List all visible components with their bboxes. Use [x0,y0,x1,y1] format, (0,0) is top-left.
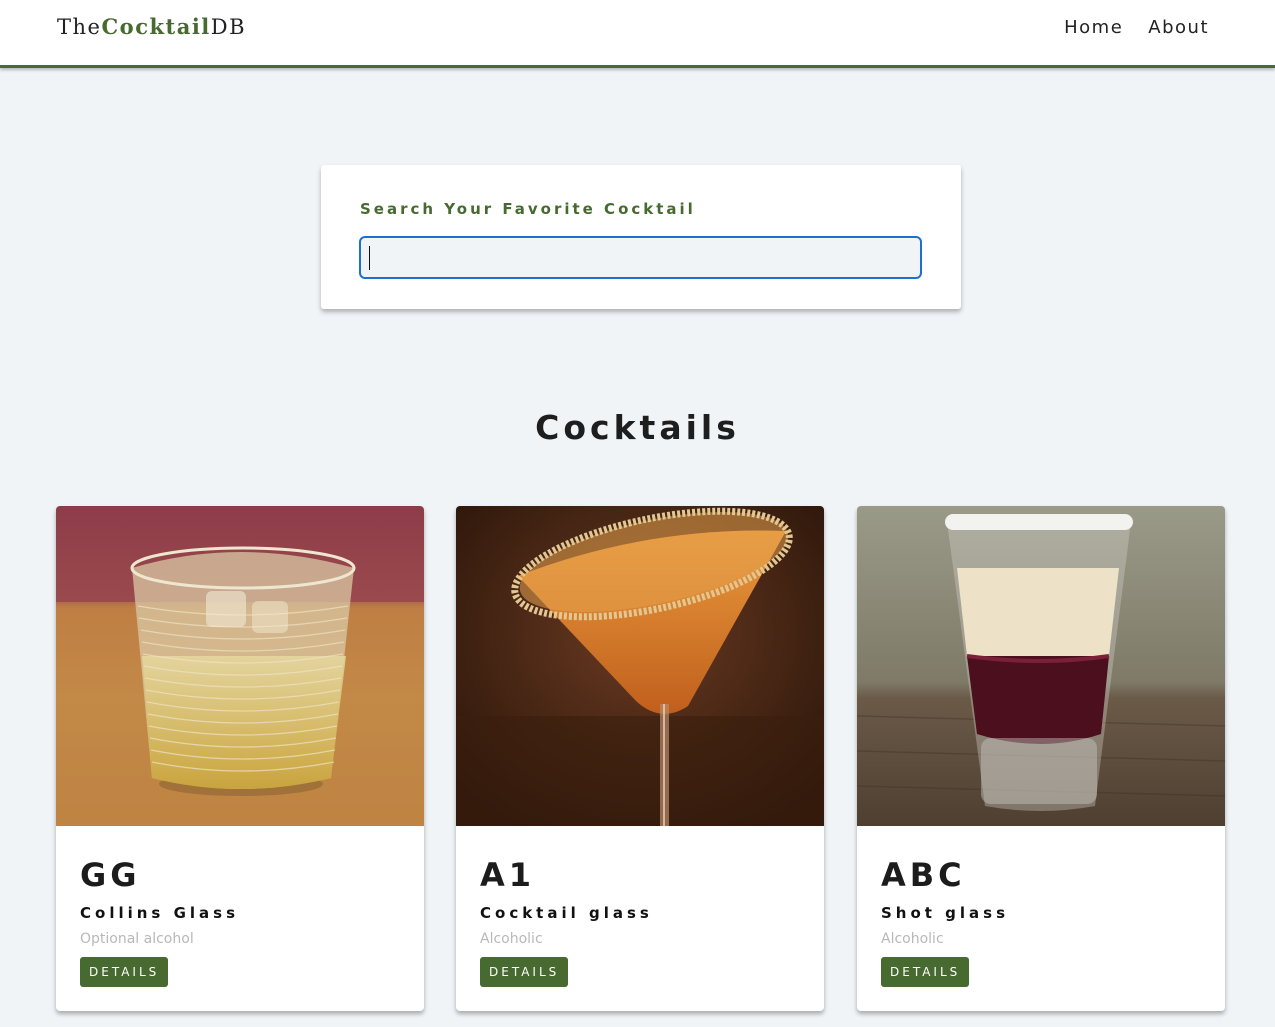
details-button[interactable]: DETAILS [80,957,169,987]
logo-prefix: The [57,15,102,39]
search-input[interactable] [359,236,922,279]
nav-links: Home About [1064,17,1209,38]
search-label: Search Your Favorite Cocktail [360,200,696,218]
cocktail-card: GG Collins Glass Optional alcohol DETAIL… [56,506,424,1011]
site-logo[interactable]: TheCocktailDB [57,14,246,39]
cocktail-image[interactable] [857,506,1225,826]
navbar: TheCocktailDB Home About [0,0,1275,68]
cocktail-type: Alcoholic [881,931,944,947]
logo-brand: Cocktail [101,14,211,39]
details-button[interactable]: DETAILS [881,957,970,987]
cocktail-image[interactable] [456,506,824,826]
text-caret [369,246,370,270]
search-form: Search Your Favorite Cocktail [321,165,961,309]
shot-glass-photo [857,506,1225,826]
nav-link-about[interactable]: About [1148,17,1209,38]
cocktail-glass: Cocktail glass [480,904,653,922]
cocktail-type: Optional alcohol [80,931,194,947]
cocktail-glass-photo [456,506,824,826]
cocktail-glass: Collins Glass [80,904,239,922]
cocktail-name: A1 [480,856,536,894]
logo-suffix: DB [210,15,247,39]
cocktail-image[interactable] [56,506,424,826]
cocktail-glass: Shot glass [881,904,1010,922]
cocktail-card: ABC Shot glass Alcoholic DETAILS [857,506,1225,1011]
section-title: Cocktails [535,408,740,447]
nav-link-home[interactable]: Home [1064,17,1123,38]
details-button[interactable]: DETAILS [480,957,569,987]
cocktail-card: A1 Cocktail glass Alcoholic DETAILS [456,506,824,1011]
collins-glass-photo [56,506,424,826]
cocktail-name: GG [80,856,141,894]
cocktail-type: Alcoholic [480,931,543,947]
cocktail-name: ABC [881,856,966,894]
